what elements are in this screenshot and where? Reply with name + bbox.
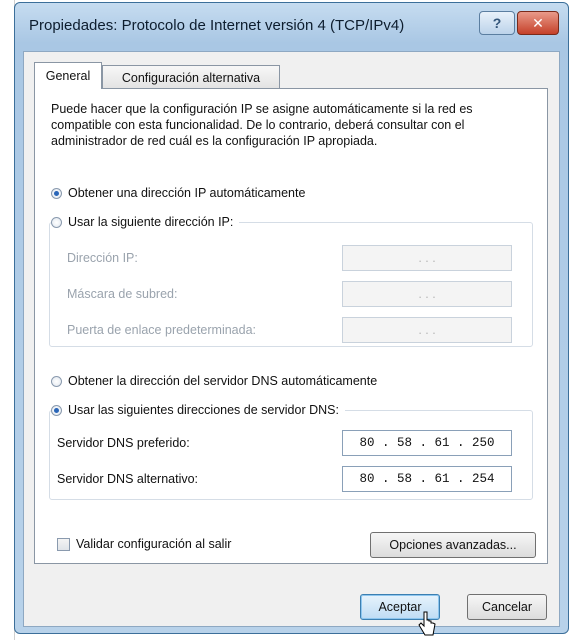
alternate-dns-label: Servidor DNS alternativo: [57,472,199,486]
dns-auto-option[interactable]: Obtener la dirección del servidor DNS au… [51,374,384,388]
background-edge [0,0,15,640]
description-text: Puede hacer que la configuración IP se a… [51,102,473,148]
default-gateway-label: Puerta de enlace predeterminada: [67,323,257,337]
advanced-options-button[interactable]: Opciones avanzadas... [370,532,536,558]
cancel-button[interactable]: Cancelar [467,594,547,620]
title-bar[interactable]: Propiedades: Protocolo de Internet versi… [15,3,568,51]
help-button[interactable]: ? [479,11,515,35]
ip-auto-label: Obtener una dirección IP automáticamente [68,186,306,200]
pointer-cursor-icon [418,611,436,636]
ip-manual-option[interactable]: Usar la siguiente dirección IP: [51,215,240,229]
dns-auto-radio[interactable] [51,375,62,387]
tab-alternate-configuration[interactable]: Configuración alternativa [102,65,280,89]
ip-address-field[interactable]: . . . [342,245,512,271]
window-title: Propiedades: Protocolo de Internet versi… [29,17,405,34]
ip-auto-option[interactable]: Obtener una dirección IP automáticamente [51,186,312,200]
validate-checkbox[interactable] [57,537,70,551]
tab-general[interactable]: General [34,62,102,89]
dns-manual-option[interactable]: Usar las siguientes direcciones de servi… [51,403,345,417]
preferred-dns-field[interactable]: 80 . 58 . 61 . 250 [342,430,512,456]
dialog-window: Propiedades: Protocolo de Internet versi… [14,2,569,634]
ip-auto-radio[interactable] [51,187,62,199]
alternate-dns-field[interactable]: 80 . 58 . 61 . 254 [342,466,512,492]
dns-manual-label: Usar las siguientes direcciones de servi… [68,403,339,417]
dns-auto-label: Obtener la dirección del servidor DNS au… [68,374,378,388]
preferred-dns-label: Servidor DNS preferido: [57,436,190,450]
validate-option[interactable]: Validar configuración al salir [57,537,238,551]
subnet-mask-field[interactable]: . . . [342,281,512,307]
ip-address-label: Dirección IP: [67,251,138,265]
dns-manual-radio[interactable] [51,404,62,416]
close-button[interactable]: ✕ [517,11,559,35]
subnet-mask-label: Máscara de subred: [67,287,178,301]
general-panel: Puede hacer que la configuración IP se a… [34,88,548,564]
default-gateway-field[interactable]: . . . [342,317,512,343]
ip-manual-radio[interactable] [51,216,62,228]
validate-label: Validar configuración al salir [76,537,232,551]
ip-manual-label: Usar la siguiente dirección IP: [68,215,234,229]
dialog-body: General Configuración alternativa Puede … [23,51,560,627]
